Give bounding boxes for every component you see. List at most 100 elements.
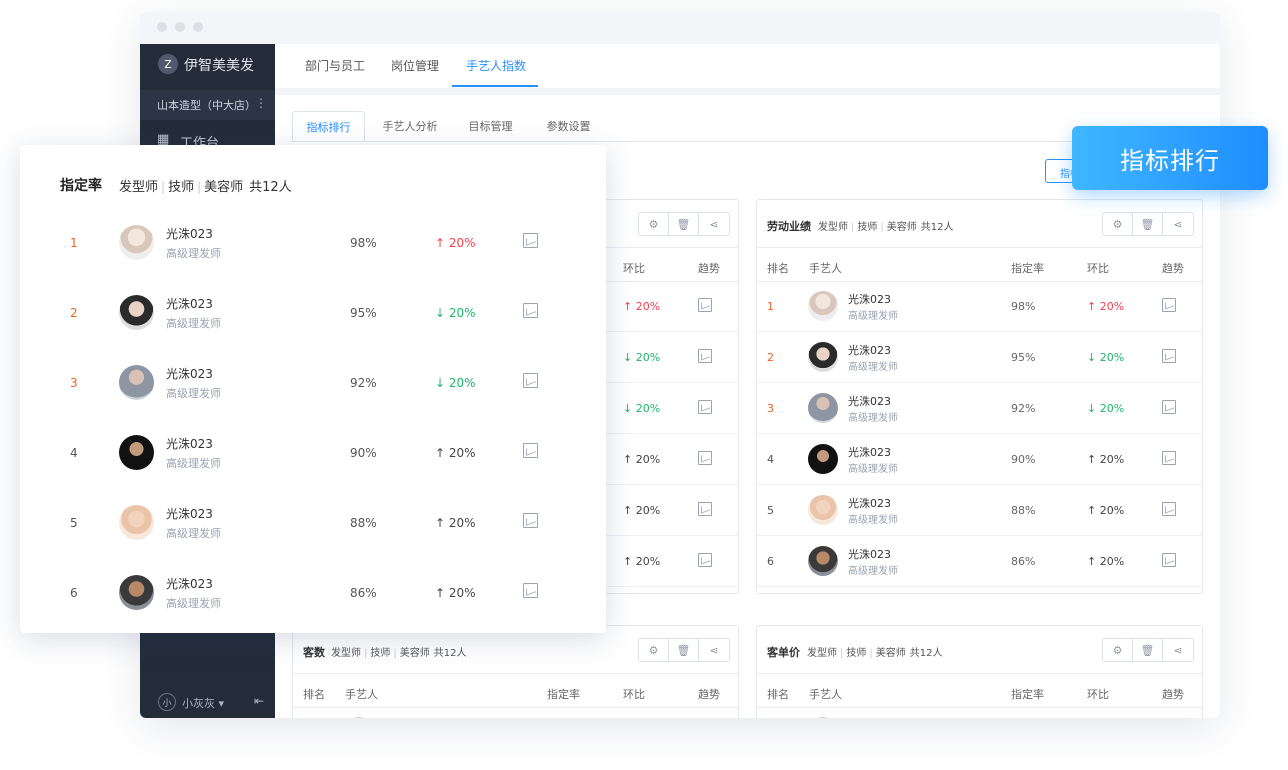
artisan-name[interactable]: 光洙023	[166, 225, 213, 242]
top-nav: 部门与员工 岗位管理 手艺人指数	[275, 44, 1220, 88]
subtab-ranking[interactable]: 指标排行	[292, 111, 365, 141]
artisan-name[interactable]: 光洙023	[848, 291, 891, 307]
designation-rate: 86%	[350, 586, 377, 600]
artisan-name[interactable]: 光洙023	[166, 505, 213, 522]
artisan-name[interactable]: 光洙023	[848, 342, 891, 358]
table-row: 3 光洙023 高级理发师 92% ↓ 20%	[20, 347, 606, 417]
window-dot-close[interactable]	[157, 22, 167, 32]
share-icon[interactable]: ⋖	[699, 639, 729, 661]
tab-artisan-index[interactable]: 手艺人指数	[466, 57, 526, 74]
trend-chart-icon[interactable]	[1162, 451, 1176, 465]
trend-chart-icon[interactable]	[1162, 553, 1176, 567]
user-avatar[interactable]: 小	[158, 693, 176, 711]
trend-chart-icon[interactable]	[523, 373, 538, 388]
share-icon[interactable]: ⋖	[1163, 639, 1193, 661]
column-header-trend: 趋势	[698, 262, 720, 275]
subtab-parameter-settings[interactable]: 参数设置	[541, 111, 596, 141]
filter-beautician[interactable]: 美容师	[887, 222, 917, 233]
share-icon[interactable]: ⋖	[1163, 213, 1193, 235]
tab-positions[interactable]: 岗位管理	[391, 57, 439, 74]
subtab-artisan-analysis[interactable]: 手艺人分析	[379, 111, 441, 141]
change-value: ↓ 20%	[623, 402, 661, 415]
gear-icon[interactable]: ⚙	[1103, 213, 1133, 235]
card-divider	[757, 247, 1202, 248]
gear-icon[interactable]: ⚙	[1103, 639, 1133, 661]
trash-icon[interactable]: 🗑	[1133, 213, 1163, 235]
artisan-name[interactable]: 光洙023	[848, 495, 891, 511]
trash-icon[interactable]: 🗑	[669, 639, 699, 661]
window-dot-maximize[interactable]	[193, 22, 203, 32]
trend-chart-icon[interactable]	[698, 349, 712, 363]
filter-technician[interactable]: 技师	[168, 180, 194, 195]
more-icon[interactable]: ⋮	[255, 96, 267, 110]
gear-icon[interactable]: ⚙	[639, 639, 669, 661]
designation-rate: 92%	[1011, 402, 1036, 415]
table-row: 5 光洙023 高级理发师 88% ↑ 20%	[757, 485, 1202, 536]
designation-rate: 92%	[350, 376, 377, 390]
avatar	[344, 717, 374, 718]
card-actions: ⚙ 🗑 ⋖	[1102, 212, 1194, 236]
total-count: 共12人	[249, 180, 292, 195]
trend-chart-icon[interactable]	[523, 583, 538, 598]
rank-number: 5	[767, 504, 774, 517]
brand-logo-icon: Z	[158, 54, 178, 74]
user-menu[interactable]: 小灰灰 ▾	[182, 695, 224, 711]
artisan-name[interactable]: 光洙023	[848, 444, 891, 460]
trend-chart-icon[interactable]	[523, 233, 538, 248]
artisan-name[interactable]: 光洙023	[166, 575, 213, 592]
trend-chart-icon[interactable]	[1162, 349, 1176, 363]
artisan-name[interactable]: 光洙023	[166, 295, 213, 312]
trend-chart-icon[interactable]	[698, 400, 712, 414]
filter-stylist[interactable]: 发型师	[807, 648, 837, 659]
artisan-name[interactable]: 光洙023	[848, 717, 891, 718]
filter-beautician[interactable]: 美容师	[400, 648, 430, 659]
tab-departments[interactable]: 部门与员工	[305, 57, 365, 74]
filter-technician[interactable]: 技师	[846, 648, 866, 659]
trend-chart-icon[interactable]	[698, 298, 712, 312]
filter-technician[interactable]: 技师	[857, 222, 877, 233]
trend-chart-icon[interactable]	[1162, 502, 1176, 516]
artisan-name[interactable]: 光洙023	[166, 365, 213, 382]
artisan-name[interactable]: 光洙023	[384, 717, 427, 718]
filter-stylist[interactable]: 发型师	[331, 648, 361, 659]
card-divider	[757, 673, 1202, 674]
store-selector[interactable]: 山本造型（中大店） ⋮	[140, 90, 275, 120]
collapse-sidebar-icon[interactable]: ⇤	[254, 694, 264, 708]
artisan-name[interactable]: 光洙023	[848, 393, 891, 409]
table-row: 6 光洙023 高级理发师 86% ↑ 20%	[757, 536, 1202, 587]
table-row: 4 光洙023 高级理发师 90% ↑ 20%	[757, 434, 1202, 485]
table-row: 5 光洙023 高级理发师 88% ↑ 20%	[20, 487, 606, 557]
trend-chart-icon[interactable]	[698, 553, 712, 567]
artisan-role: 高级理发师	[848, 566, 898, 577]
artisan-name[interactable]: 光洙023	[166, 435, 213, 452]
change-value: ↑ 20%	[435, 446, 476, 460]
window-dot-minimize[interactable]	[175, 22, 185, 32]
filter-beautician[interactable]: 美容师	[204, 180, 243, 195]
filter-stylist[interactable]: 发型师	[818, 222, 848, 233]
share-icon[interactable]: ⋖	[699, 213, 729, 235]
table-row: 3 光洙023 高级理发师 92% ↓ 20%	[757, 383, 1202, 434]
artisan-name[interactable]: 光洙023	[848, 546, 891, 562]
designation-rate: 86%	[1011, 555, 1036, 568]
trash-icon[interactable]: 🗑	[1133, 639, 1163, 661]
role-filters: 发型师 | 技师 | 美容师 共12人	[119, 180, 292, 195]
artisan-role: 高级理发师	[848, 515, 898, 526]
filter-beautician[interactable]: 美容师	[876, 648, 906, 659]
trend-chart-icon[interactable]	[698, 451, 712, 465]
trend-chart-icon[interactable]	[523, 443, 538, 458]
subtab-divider	[291, 141, 1203, 142]
trend-chart-icon[interactable]	[1162, 298, 1176, 312]
trend-chart-icon[interactable]	[698, 502, 712, 516]
trend-chart-icon[interactable]	[1162, 400, 1176, 414]
gear-icon[interactable]: ⚙	[639, 213, 669, 235]
ranking-card-avg-ticket: 客单价 发型师 | 技师 | 美容师 共12人 ⚙ 🗑 ⋖ 排名 手艺人 指定率 环比 趋…	[756, 625, 1203, 718]
trend-chart-icon[interactable]	[523, 513, 538, 528]
trend-chart-icon[interactable]	[523, 303, 538, 318]
column-header-trend: 趋势	[1162, 688, 1184, 701]
filter-stylist[interactable]: 发型师	[119, 180, 158, 195]
subtab-target-management[interactable]: 目标管理	[463, 111, 518, 141]
trash-icon[interactable]: 🗑	[669, 213, 699, 235]
filter-technician[interactable]: 技师	[370, 648, 390, 659]
artisan-role: 高级理发师	[166, 247, 221, 260]
artisan-role: 高级理发师	[166, 597, 221, 610]
